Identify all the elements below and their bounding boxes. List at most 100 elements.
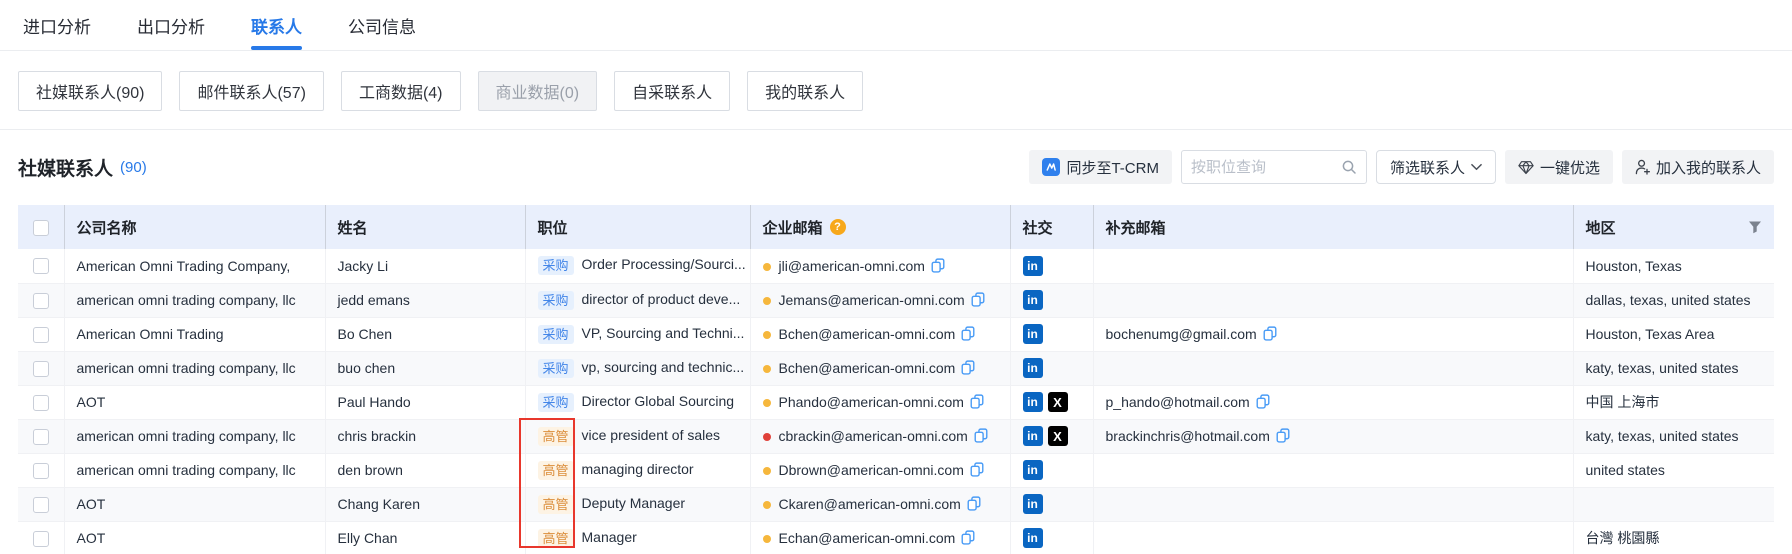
position-tag: 采购: [538, 393, 574, 412]
filter-funnel-icon[interactable]: [1748, 220, 1762, 234]
corporate-email-cell: Bchen@american-omni.com: [750, 351, 1010, 385]
row-checkbox[interactable]: [33, 258, 49, 274]
position-search-input[interactable]: [1191, 159, 1341, 176]
position-tag: 高管: [538, 529, 574, 548]
position-search-box: [1181, 150, 1367, 184]
help-icon[interactable]: ?: [830, 219, 846, 235]
filter-commercial-data[interactable]: 商业数据(0): [478, 71, 598, 111]
copy-icon[interactable]: [971, 292, 985, 307]
copy-icon[interactable]: [967, 496, 981, 511]
tcrm-logo-icon: [1042, 158, 1060, 176]
column-header-company: 公司名称: [64, 205, 325, 249]
social-cell: inX: [1010, 385, 1093, 419]
row-checkbox[interactable]: [33, 531, 49, 547]
region-cell: 台灣 桃園縣: [1573, 521, 1774, 554]
row-checkbox[interactable]: [33, 463, 49, 479]
add-to-my-contacts-label: 加入我的联系人: [1656, 157, 1761, 178]
position-title: vp, sourcing and technic...: [582, 359, 745, 375]
column-header-social: 社交: [1010, 205, 1093, 249]
corporate-email-label: 企业邮箱: [763, 217, 823, 238]
linkedin-icon[interactable]: in: [1023, 324, 1043, 344]
name-cell: Jacky Li: [325, 249, 525, 283]
copy-icon[interactable]: [970, 394, 984, 409]
filter-social-contacts[interactable]: 社媒联系人(90): [18, 71, 162, 111]
linkedin-icon[interactable]: in: [1023, 460, 1043, 480]
copy-icon[interactable]: [970, 462, 984, 477]
region-cell: united states: [1573, 453, 1774, 487]
linkedin-icon[interactable]: in: [1023, 392, 1043, 412]
table-row: AOTPaul Hando采购Director Global SourcingP…: [18, 385, 1774, 419]
linkedin-icon[interactable]: in: [1023, 256, 1043, 276]
extra-email-cell: [1093, 487, 1573, 521]
copy-icon[interactable]: [1276, 428, 1290, 443]
section-divider: [0, 129, 1792, 130]
copy-icon[interactable]: [961, 530, 975, 545]
extra-email-text: brackinchris@hotmail.com: [1106, 428, 1270, 444]
table-body: American Omni Trading Company,Jacky Li采购…: [18, 249, 1774, 554]
corporate-email-cell: Jemans@american-omni.com: [750, 283, 1010, 317]
row-checkbox[interactable]: [33, 497, 49, 513]
email-text: Dbrown@american-omni.com: [779, 462, 964, 478]
tab-export-analysis[interactable]: 出口分析: [137, 0, 205, 50]
table-row: american omni trading company, llcchris …: [18, 419, 1774, 453]
filter-self-collected[interactable]: 自采联系人: [614, 71, 730, 111]
company-cell: American Omni Trading: [64, 317, 325, 351]
one-click-optimize-label: 一键优选: [1540, 157, 1600, 178]
social-cell: in: [1010, 283, 1093, 317]
table-row: american omni trading company, llcden br…: [18, 453, 1774, 487]
gem-icon: [1518, 160, 1534, 175]
linkedin-icon[interactable]: in: [1023, 528, 1043, 548]
social-cell: in: [1010, 487, 1093, 521]
linkedin-icon[interactable]: in: [1023, 358, 1043, 378]
copy-icon[interactable]: [961, 326, 975, 341]
row-checkbox[interactable]: [33, 293, 49, 309]
corporate-email-cell: Phando@american-omni.com: [750, 385, 1010, 419]
tab-company-info[interactable]: 公司信息: [348, 0, 416, 50]
copy-icon[interactable]: [961, 360, 975, 375]
email-text: Ckaren@american-omni.com: [779, 496, 961, 512]
linkedin-icon[interactable]: in: [1023, 290, 1043, 310]
row-checkbox[interactable]: [33, 361, 49, 377]
person-plus-icon: [1635, 159, 1650, 175]
email-status-dot: [763, 399, 771, 407]
region-label: 地区: [1586, 217, 1616, 238]
position-tag: 采购: [538, 291, 574, 310]
region-cell: [1573, 487, 1774, 521]
copy-icon[interactable]: [974, 428, 988, 443]
copy-icon[interactable]: [931, 258, 945, 273]
one-click-optimize-button[interactable]: 一键优选: [1505, 150, 1613, 184]
tab-contacts[interactable]: 联系人: [251, 0, 302, 50]
select-all-checkbox[interactable]: [33, 220, 49, 236]
tab-import-analysis[interactable]: 进口分析: [23, 0, 91, 50]
name-cell: jedd emans: [325, 283, 525, 317]
position-title: VP, Sourcing and Techni...: [582, 325, 745, 341]
sync-to-tcrm-button[interactable]: 同步至T-CRM: [1029, 150, 1172, 184]
copy-icon[interactable]: [1263, 326, 1277, 341]
social-cell: in: [1010, 521, 1093, 554]
email-status-dot: [763, 501, 771, 509]
row-checkbox[interactable]: [33, 395, 49, 411]
add-to-my-contacts-button[interactable]: 加入我的联系人: [1622, 150, 1774, 184]
extra-email-cell: [1093, 521, 1573, 554]
filter-contacts-label: 筛选联系人: [1390, 157, 1465, 178]
x-icon[interactable]: X: [1048, 426, 1068, 446]
copy-icon[interactable]: [1256, 394, 1270, 409]
row-checkbox[interactable]: [33, 429, 49, 445]
filter-my-contacts[interactable]: 我的联系人: [747, 71, 863, 111]
extra-email-cell: [1093, 351, 1573, 385]
company-cell: american omni trading company, llc: [64, 453, 325, 487]
table-row: AOTChang Karen高管Deputy ManagerCkaren@ame…: [18, 487, 1774, 521]
position-cell: 高管Manager: [525, 521, 750, 554]
x-icon[interactable]: X: [1048, 392, 1068, 412]
filter-email-contacts[interactable]: 邮件联系人(57): [179, 71, 323, 111]
email-text: cbrackin@american-omni.com: [779, 428, 968, 444]
region-cell: dallas, texas, united states: [1573, 283, 1774, 317]
filter-business-registry[interactable]: 工商数据(4): [341, 71, 461, 111]
filter-contacts-dropdown[interactable]: 筛选联系人: [1376, 150, 1496, 184]
linkedin-icon[interactable]: in: [1023, 494, 1043, 514]
search-icon[interactable]: [1341, 159, 1357, 175]
linkedin-icon[interactable]: in: [1023, 426, 1043, 446]
name-cell: Elly Chan: [325, 521, 525, 554]
row-checkbox[interactable]: [33, 327, 49, 343]
column-header-region: 地区: [1573, 205, 1774, 249]
